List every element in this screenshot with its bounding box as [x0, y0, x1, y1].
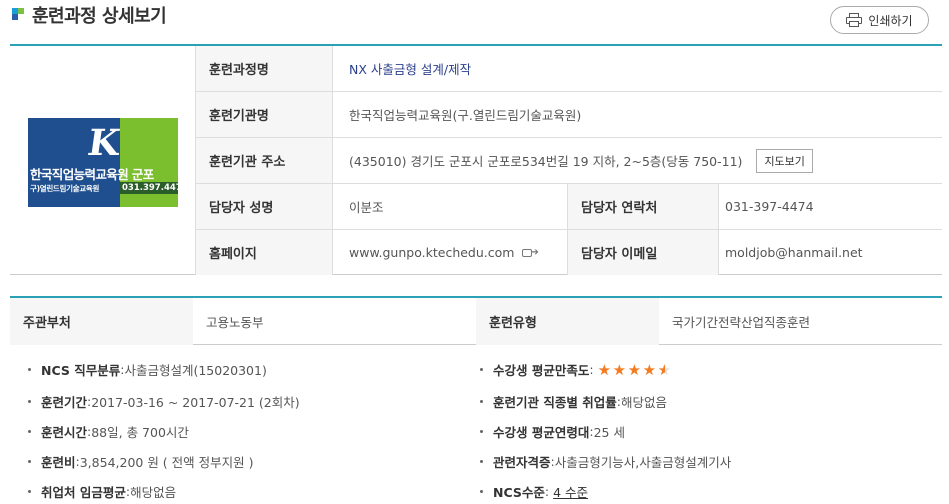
- printer-icon: [846, 13, 863, 27]
- logo-cell: K 한국직업능력교육원 군포 구)열린드림기술교육원 031.397.4474: [10, 46, 195, 275]
- star-icon: ★: [642, 360, 657, 379]
- title-bullet-icon: [12, 8, 24, 20]
- detail-label: 취업처 임금평균: [41, 485, 126, 500]
- detail-label: 훈련기관 직종별 취업률: [493, 395, 617, 410]
- detail-value: 사출금형설계(15020301): [124, 363, 267, 378]
- course-info-table: K 한국직업능력교육원 군포 구)열린드림기술교육원 031.397.4474 …: [10, 44, 942, 275]
- detail-label: 수강생 평균연령대: [493, 425, 590, 440]
- detail-value: 해당없음: [130, 485, 177, 500]
- detail-value: 해당없음: [620, 395, 667, 410]
- detail-value: 88일, 총 700시간: [91, 425, 189, 440]
- detail-value: 25 세: [593, 425, 625, 440]
- detail-label: NCS수준: [493, 485, 545, 500]
- logo-name: 한국직업능력교육원 군포: [30, 167, 154, 182]
- detail-value: 3,854,200 원 ( 전액 정부지원 ): [79, 455, 254, 470]
- row-contact: 담당자 성명 이분조 담당자 연락처 031-397-4474: [195, 184, 942, 230]
- detail-label: 훈련비: [41, 455, 76, 470]
- type-value: 국가기간전략산업직종훈련: [672, 315, 811, 330]
- detail-ncs-level: NCS수준 : 4 수준: [480, 482, 588, 501]
- homepage-label: 홈페이지: [195, 230, 333, 275]
- org-label: 훈련기관명: [195, 92, 333, 137]
- detail-fee: 훈련비 : 3,854,200 원 ( 전액 정부지원 ): [28, 452, 253, 471]
- logo-subname: 구)열린드림기술교육원: [30, 184, 100, 193]
- detail-hours: 훈련시간 : 88일, 총 700시간: [28, 422, 189, 441]
- logo-letter: K: [85, 122, 123, 164]
- address-value: (435010) 경기도 군포시 군포로534번길 19 지하, 2~5층(당동…: [349, 154, 743, 169]
- ncs-level-link[interactable]: 4 수준: [553, 482, 588, 501]
- rating-stars: ★ ★ ★ ★ ★: [597, 360, 673, 379]
- dept-label: 주관부처: [10, 298, 193, 345]
- star-icon: ★: [627, 360, 642, 379]
- row-homepage: 홈페이지 www.gunpo.ktechedu.com ➔ 담당자 이메일 mo…: [195, 230, 942, 275]
- address-cell: (435010) 경기도 군포시 군포로534번길 19 지하, 2~5층(당동…: [333, 138, 813, 183]
- detail-period: 훈련기간 : 2017-03-16 ~ 2017-07-21 (2회차): [28, 392, 300, 411]
- star-icon: ★: [612, 360, 627, 379]
- contact-phone-value: 031-397-4474: [725, 199, 814, 214]
- email-value: moldjob@hanmail.net: [725, 245, 863, 260]
- print-button-label: 인쇄하기: [868, 13, 913, 28]
- detail-ncs: NCS 직무분류 : 사출금형설계(15020301): [28, 360, 267, 379]
- row-org: 훈련기관명 한국직업능력교육원(구.열린드림기술교육원): [195, 92, 942, 138]
- course-name-value: NX 사출금형 설계/제작: [349, 62, 472, 77]
- star-icon: ★: [657, 360, 672, 379]
- detail-label: 훈련기간: [41, 395, 88, 410]
- type-label: 훈련유형: [476, 298, 659, 345]
- detail-satisfaction: 수강생 평균만족도 : ★ ★ ★ ★ ★: [480, 360, 673, 379]
- address-label: 훈련기관 주소: [195, 138, 333, 183]
- detail-certificates: 관련자격증 : 사출금형기능사,사출금형설계기사: [480, 452, 731, 471]
- institution-logo: K 한국직업능력교육원 군포 구)열린드림기술교육원 031.397.4474: [28, 118, 178, 207]
- row-course-name: 훈련과정명 NX 사출금형 설계/제작: [195, 46, 942, 92]
- title-row: 훈련과정 상세보기 인쇄하기: [0, 0, 949, 40]
- homepage-link[interactable]: www.gunpo.ktechedu.com: [349, 245, 514, 260]
- dept-value: 고용노동부: [206, 315, 264, 330]
- contact-phone-label: 담당자 연락처: [567, 184, 719, 229]
- print-button[interactable]: 인쇄하기: [830, 6, 929, 34]
- detail-wage: 취업처 임금평균 : 해당없음: [28, 482, 176, 501]
- email-label: 담당자 이메일: [567, 230, 719, 275]
- detail-value: 사출금형기능사,사출금형설계기사: [554, 455, 732, 470]
- contact-name-label: 담당자 성명: [195, 184, 333, 229]
- detail-value: 2017-03-16 ~ 2017-07-21 (2회차): [91, 395, 300, 410]
- org-value: 한국직업능력교육원(구.열린드림기술교육원): [349, 108, 582, 123]
- summary-table: 주관부처 고용노동부 훈련유형 국가기간전략산업직종훈련: [10, 296, 942, 345]
- homepage-cell: www.gunpo.ktechedu.com ➔: [333, 230, 539, 275]
- page-title: 훈련과정 상세보기: [32, 6, 167, 27]
- logo-phone: 031.397.4474: [120, 182, 178, 194]
- detail-label: 관련자격증: [493, 455, 551, 470]
- detail-label: 훈련시간: [41, 425, 88, 440]
- course-name-label: 훈련과정명: [195, 46, 333, 91]
- external-link-icon[interactable]: ➔: [522, 247, 539, 259]
- row-address: 훈련기관 주소 (435010) 경기도 군포시 군포로534번길 19 지하,…: [195, 138, 942, 184]
- map-button[interactable]: 지도보기: [756, 148, 813, 173]
- detail-label: NCS 직무분류: [41, 363, 121, 378]
- detail-employment: 훈련기관 직종별 취업률 : 해당없음: [480, 392, 667, 411]
- star-icon: ★: [597, 360, 612, 379]
- contact-name-value: 이분조: [349, 200, 384, 215]
- detail-age: 수강생 평균연령대 : 25 세: [480, 422, 625, 441]
- detail-label: 수강생 평균만족도: [493, 363, 590, 378]
